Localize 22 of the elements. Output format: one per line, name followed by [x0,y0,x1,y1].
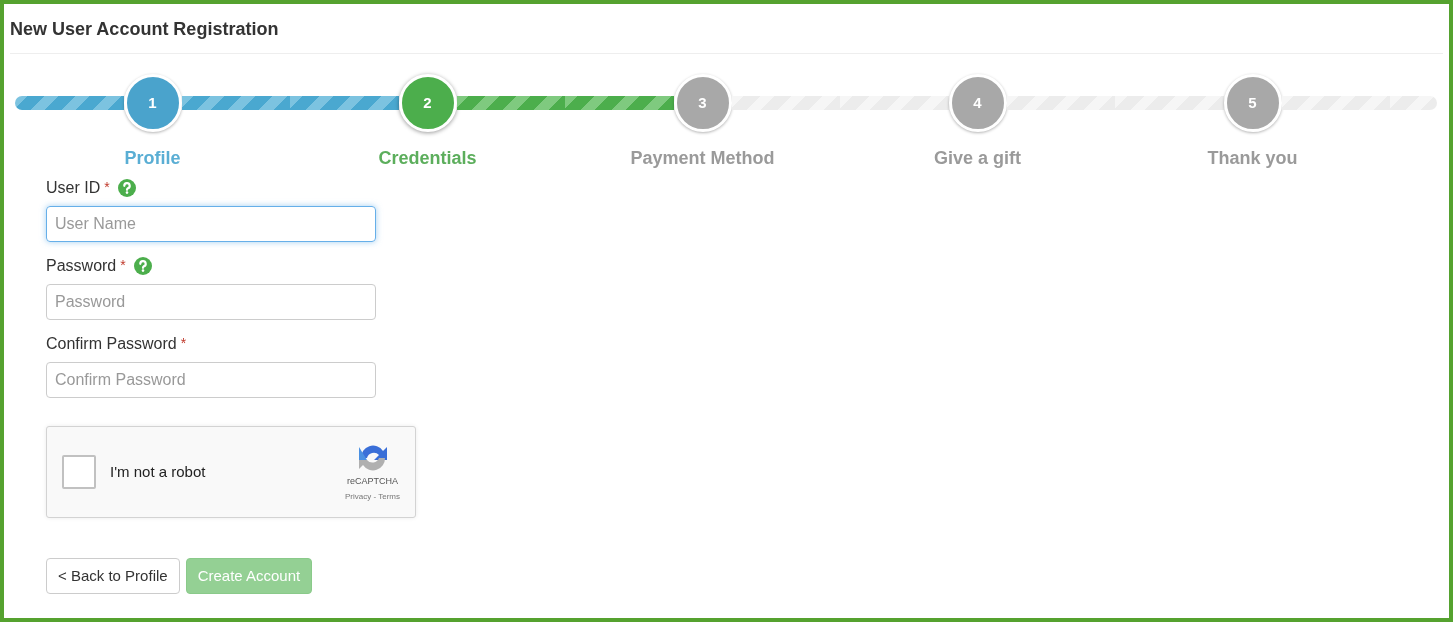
required-mark: * [180,334,187,353]
step-label: Thank you [1207,147,1298,170]
back-button[interactable]: < Back to Profile [46,558,180,594]
field-label: User ID [46,178,101,198]
help-icon[interactable] [133,257,152,275]
required-mark: * [120,256,126,275]
step-label: Give a gift [934,147,1021,170]
captcha-checkbox[interactable] [62,455,96,489]
field-label: Password [46,256,117,276]
page-title: New User Account Registration [10,16,1443,54]
help-icon[interactable] [117,179,136,197]
field-label: Confirm Password [46,334,177,354]
captcha-label: I'm not a robot [110,461,206,482]
step-label: Credentials [378,147,477,170]
step-label: Profile [124,147,181,170]
step-label: Payment Method [630,147,775,170]
text-field[interactable]: Password [46,284,376,320]
text-field[interactable]: User Name [46,206,376,242]
required-mark: * [104,178,110,197]
captcha-links[interactable]: Privacy - Terms [345,490,400,503]
text-field[interactable]: Confirm Password [46,362,376,398]
captcha-brand: reCAPTCHA [347,475,398,489]
